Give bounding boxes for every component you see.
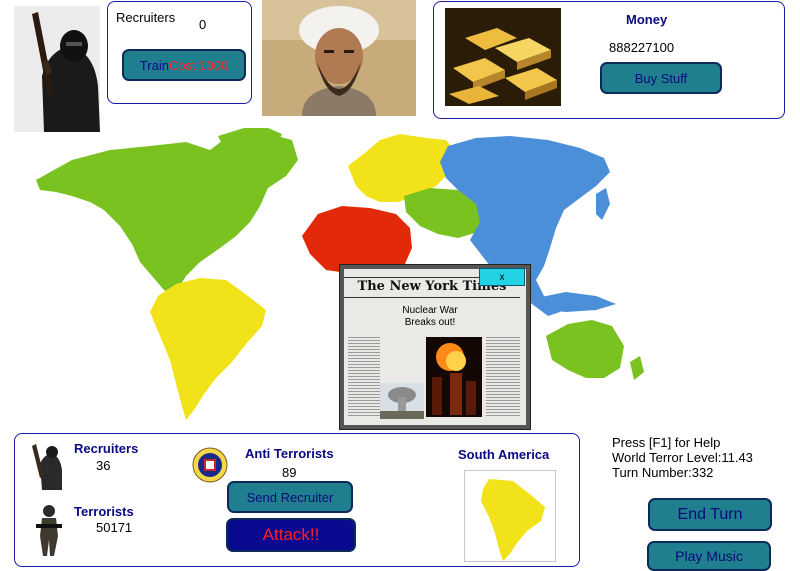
- terror-level-text: World Terror Level:11.43: [612, 450, 753, 465]
- region-terrorists-value: 50171: [96, 520, 133, 535]
- region-terrorists-label: Terrorists: [74, 504, 134, 519]
- anti-terrorists-value: 89: [282, 465, 297, 480]
- region-recruiters-label: Recruiters: [74, 441, 139, 456]
- new-zealand-region[interactable]: [630, 356, 644, 380]
- anti-terrorists-label: Anti Terrorists: [245, 446, 334, 461]
- news-headline: Nuclear War Breaks out!: [360, 305, 500, 329]
- attack-button[interactable]: Attack!!: [226, 518, 356, 552]
- fbi-seal-icon: [192, 447, 228, 483]
- news-popup: The New York Times Nuclear War Breaks ou…: [339, 264, 531, 430]
- south-america-region[interactable]: [150, 278, 266, 420]
- recruiter-icon: [28, 440, 66, 490]
- send-recruiter-button[interactable]: Send Recruiter: [227, 481, 353, 513]
- text-column-right: [486, 337, 520, 417]
- mushroom-cloud-photo: [380, 383, 424, 419]
- headline-line2: Breaks out!: [404, 317, 456, 328]
- region-recruiters-value: 36: [96, 458, 111, 473]
- play-music-button[interactable]: Play Music: [647, 541, 771, 571]
- headline-line1: Nuclear War: [402, 305, 458, 316]
- australia-region[interactable]: [546, 320, 624, 378]
- japan-region[interactable]: [596, 188, 610, 220]
- text-column-left: [348, 337, 380, 417]
- close-news-button[interactable]: x: [479, 268, 525, 286]
- selected-region-label: South America: [458, 447, 550, 462]
- indonesia-region[interactable]: [536, 292, 616, 312]
- end-turn-button[interactable]: End Turn: [648, 498, 772, 531]
- help-text: Press [F1] for Help: [612, 435, 721, 450]
- terrorist-icon: [34, 504, 64, 556]
- masthead-rule-bottom: [344, 297, 520, 298]
- turn-number-text: Turn Number:332: [612, 465, 714, 480]
- selected-region-thumbnail: [464, 470, 556, 562]
- explosion-photo: [426, 337, 482, 417]
